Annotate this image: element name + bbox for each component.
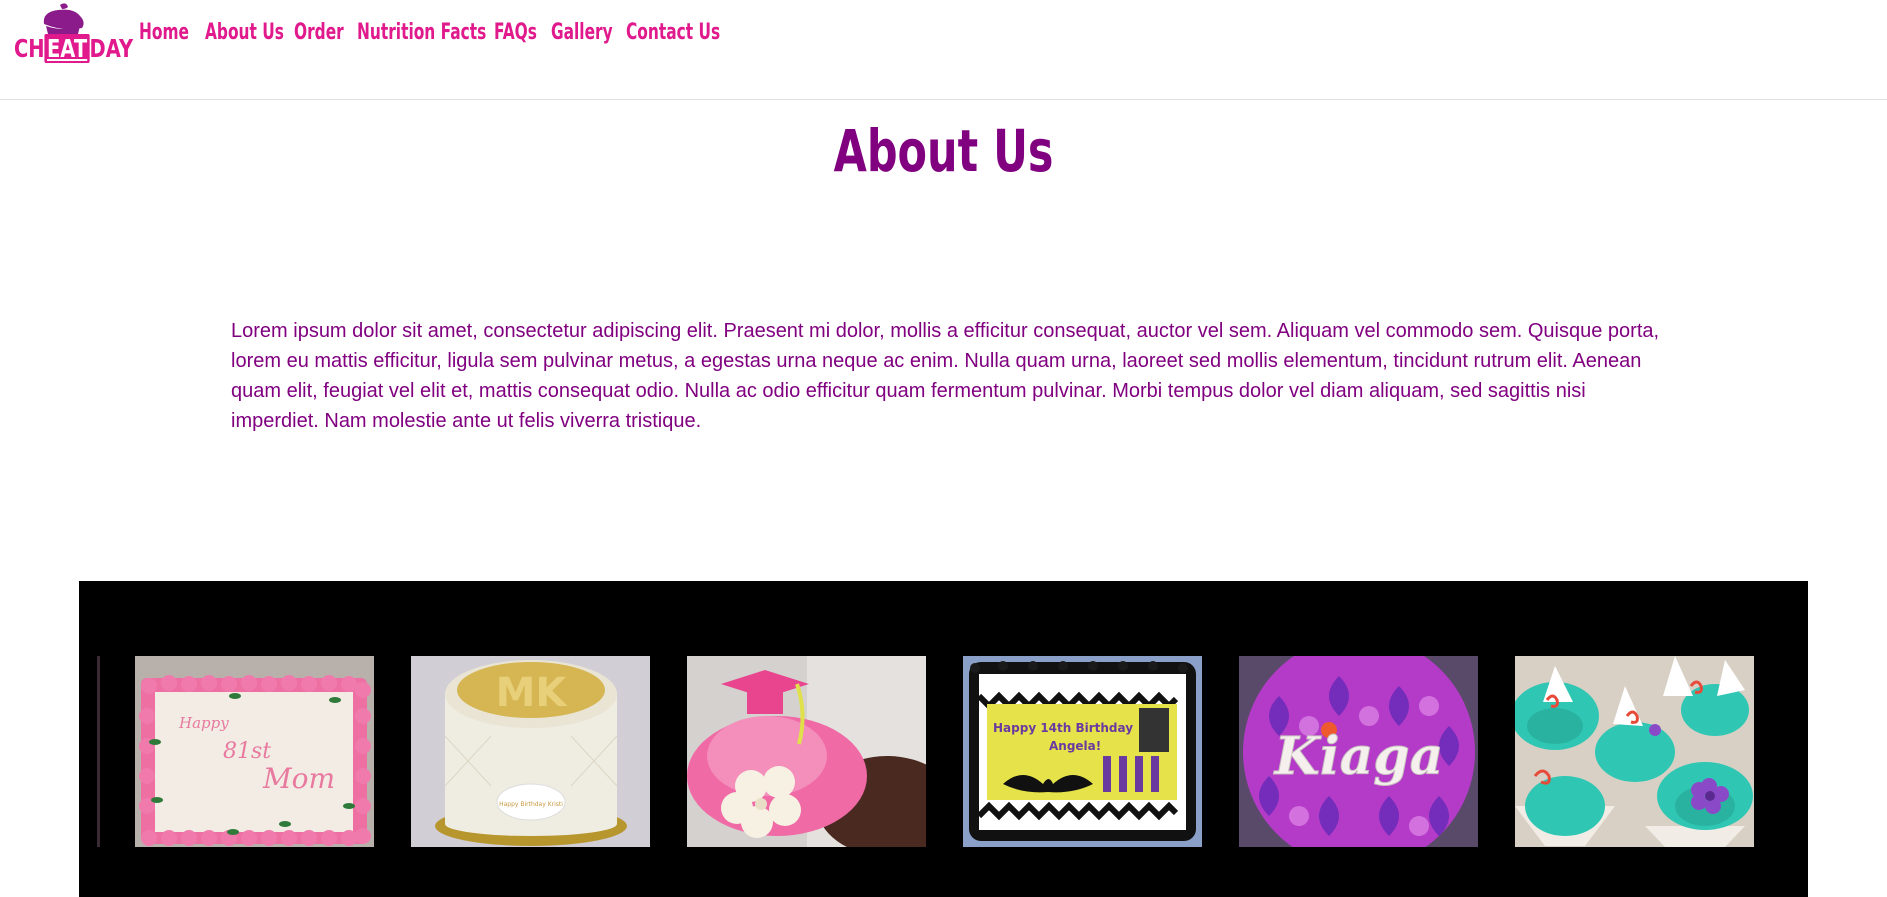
cake-text-happy-14th-birthday: Happy 14th Birthday [993,721,1133,735]
page-title: About Us [0,118,1887,184]
logo-text-prefix: CH [14,34,45,63]
gallery-strip: Happy 81st Mom MK Happy Birthday Kristi [79,581,1808,897]
page-title-text: About Us [833,117,1054,185]
logo-wordmark: CHEATDAY [14,34,133,64]
logo-text-eat: EAT [44,34,90,63]
nav-gallery[interactable]: Gallery [551,19,613,47]
gallery-prev-edge [97,656,100,847]
nav-faqs[interactable]: FAQs [494,19,537,47]
cake-text-happy: Happy [178,714,229,732]
cupcake-logo-icon [43,3,84,38]
cake-text-81st: 81st [223,739,271,764]
cake-text-angela: Angela! [1049,739,1101,753]
teal-cupcakes-image[interactable] [1515,656,1754,847]
cheat-day-logo[interactable]: CHEATDAY [14,2,133,64]
nav-nutrition-facts[interactable]: Nutrition Facts [357,19,486,47]
kiaga-cake-image[interactable]: Kiaga [1239,656,1478,847]
rose-sheet-cake-image[interactable]: Happy 81st Mom [135,656,374,847]
cake-text-mk: MK [496,670,569,716]
nav-about-us[interactable]: About Us [205,19,284,47]
nav-order[interactable]: Order [294,19,344,47]
nav-contact-us[interactable]: Contact Us [626,19,720,47]
main-nav: Home About Us Order Nutrition Facts FAQs… [139,19,726,47]
nav-home[interactable]: Home [139,19,189,47]
logo-text-suffix: DAY [89,34,134,63]
batman-cake-image[interactable]: Happy 14th Birthday Angela! [963,656,1202,847]
cake-text-happy-birthday-kristi: Happy Birthday Kristi [499,801,563,808]
site-header: CHEATDAY Home About Us Order Nutrition F… [0,0,1887,100]
cake-text-mom: Mom [262,762,335,795]
about-paragraph: Lorem ipsum dolor sit amet, consectetur … [231,320,1660,432]
graduation-cupcake-image[interactable] [687,656,926,847]
cake-text-kiaga: Kiaga [1273,726,1444,787]
mk-cake-image[interactable]: MK Happy Birthday Kristi [411,656,650,847]
